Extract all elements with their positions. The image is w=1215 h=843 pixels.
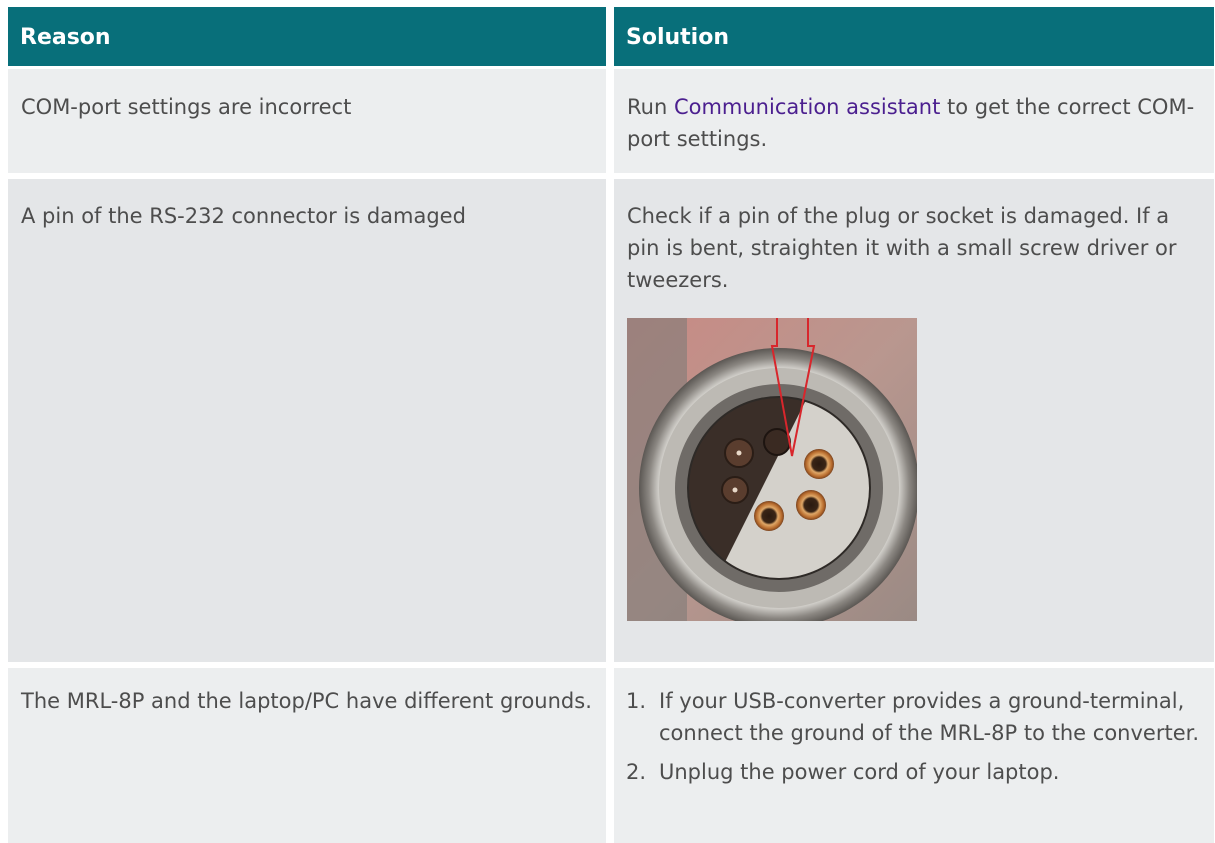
reason-cell-pin-damaged: A pin of the RS-232 connector is damaged [8,179,606,662]
header-reason: Reason [8,7,606,66]
reason-text: COM-port settings are incorrect [21,95,352,119]
list-item: 1. If your USB-converter provides a grou… [614,685,1202,749]
solution-steps-list: 1. If your USB-converter provides a grou… [614,685,1202,788]
reason-text: The MRL-8P and the laptop/PC have differ… [21,689,592,713]
solution-cell-grounds: 1. If your USB-converter provides a grou… [614,668,1214,843]
step-text: If your USB-converter provides a ground-… [659,689,1199,745]
solution-text-prefix: Run [627,95,674,119]
connector-photo [627,318,917,621]
step-number: 1. [626,689,647,713]
solution-text: Check if a pin of the plug or socket is … [627,204,1177,292]
reason-text: A pin of the RS-232 connector is damaged [21,204,466,228]
list-item: 2. Unplug the power cord of your laptop. [614,756,1202,788]
reason-cell-com-port: COM-port settings are incorrect [8,69,606,173]
solution-cell-pin-damaged: Check if a pin of the plug or socket is … [614,179,1214,662]
step-text: Unplug the power cord of your laptop. [659,760,1060,784]
solution-cell-com-port: Run Communication assistant to get the c… [614,69,1214,173]
troubleshooting-table: Reason Solution COM-port settings are in… [0,0,1215,843]
reason-cell-grounds: The MRL-8P and the laptop/PC have differ… [8,668,606,843]
header-solution: Solution [614,7,1214,66]
step-number: 2. [626,760,647,784]
communication-assistant-link[interactable]: Communication assistant [674,95,940,119]
